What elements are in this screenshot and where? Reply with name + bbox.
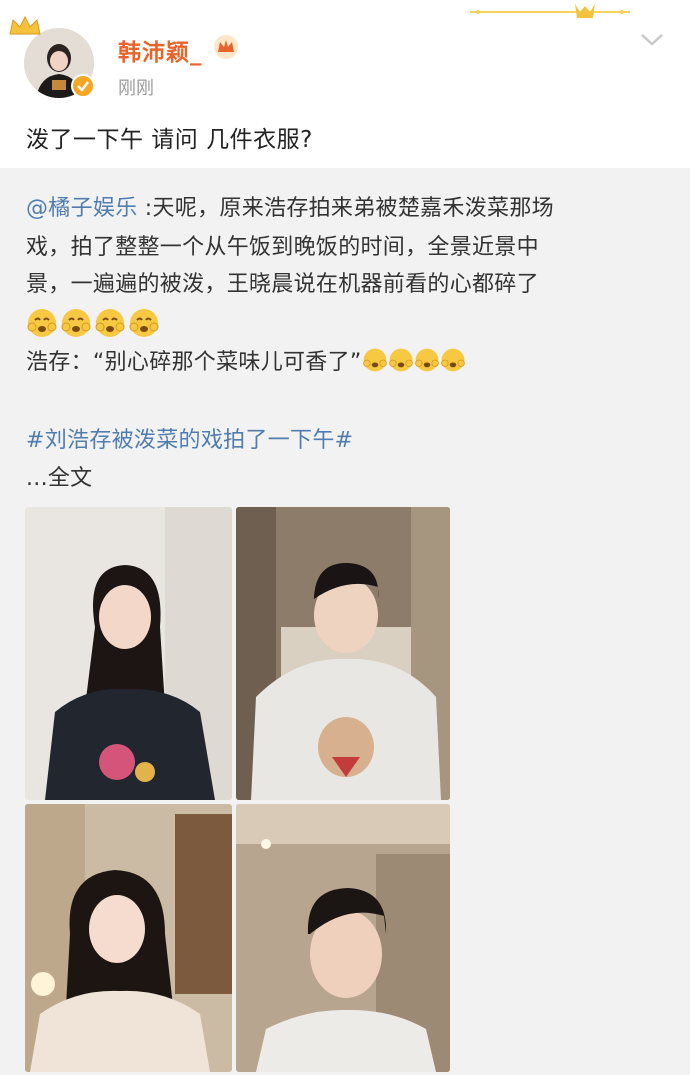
crown-badge-icon	[9, 15, 41, 35]
read-more-link[interactable]: ...全文	[26, 460, 92, 492]
crown-decoration-icon	[470, 4, 630, 18]
photo-bottom-left[interactable]	[25, 804, 232, 1072]
crying-emoji-icon	[388, 348, 413, 372]
crying-emoji-icon	[95, 309, 125, 337]
hashtag-link[interactable]: #刘浩存被泼菜的戏拍了一下午#	[26, 422, 353, 454]
crying-emoji-icon	[27, 309, 57, 337]
chevron-down-icon[interactable]	[638, 30, 666, 48]
post-text: 泼了一下午 请问 几件衣服?	[26, 127, 313, 153]
quote-text: 浩存：“别心碎那个菜味儿可香了”	[26, 350, 362, 375]
photo-top-right[interactable]	[236, 507, 450, 800]
crying-emoji-icon	[362, 348, 387, 372]
quote-line: 浩存：“别心碎那个菜味儿可香了”	[26, 344, 466, 376]
verified-icon	[71, 74, 95, 98]
photo-grid[interactable]	[25, 507, 450, 1072]
retweet-line-3: 景，一遍遍的被泼，王晓晨说在机器前看的心都碎了	[26, 272, 539, 297]
retweet-line-2: 戏，拍了整整一个从午饭到晚饭的时间，全景近景中	[26, 235, 539, 260]
retweet-text: :天呢，原来浩存拍来弟被楚嘉禾泼菜那场	[137, 196, 554, 221]
emoji-row	[26, 307, 160, 341]
crying-emoji-icon	[440, 348, 465, 372]
crying-emoji-icon	[414, 348, 439, 372]
post-timestamp: 刚刚	[118, 78, 154, 99]
retweet-card[interactable]: @橘子娱乐 :天呢，原来浩存拍来弟被楚嘉禾泼菜那场 戏，拍了整整一个从午饭到晚饭…	[0, 168, 690, 1075]
retweet-line-1: @橘子娱乐 :天呢，原来浩存拍来弟被楚嘉禾泼菜那场	[26, 190, 554, 222]
crown-badge-icon[interactable]	[213, 34, 239, 60]
mention-link[interactable]: @橘子娱乐	[26, 196, 138, 221]
crying-emoji-icon	[61, 309, 91, 337]
post-header: 韩沛颖_ 刚刚 泼了一下午 请问 几件衣服?	[0, 0, 690, 153]
author-name[interactable]: 韩沛颖_	[118, 33, 203, 67]
photo-bottom-right[interactable]	[236, 804, 450, 1072]
photo-top-left[interactable]	[25, 507, 232, 800]
crying-emoji-icon	[129, 309, 159, 337]
